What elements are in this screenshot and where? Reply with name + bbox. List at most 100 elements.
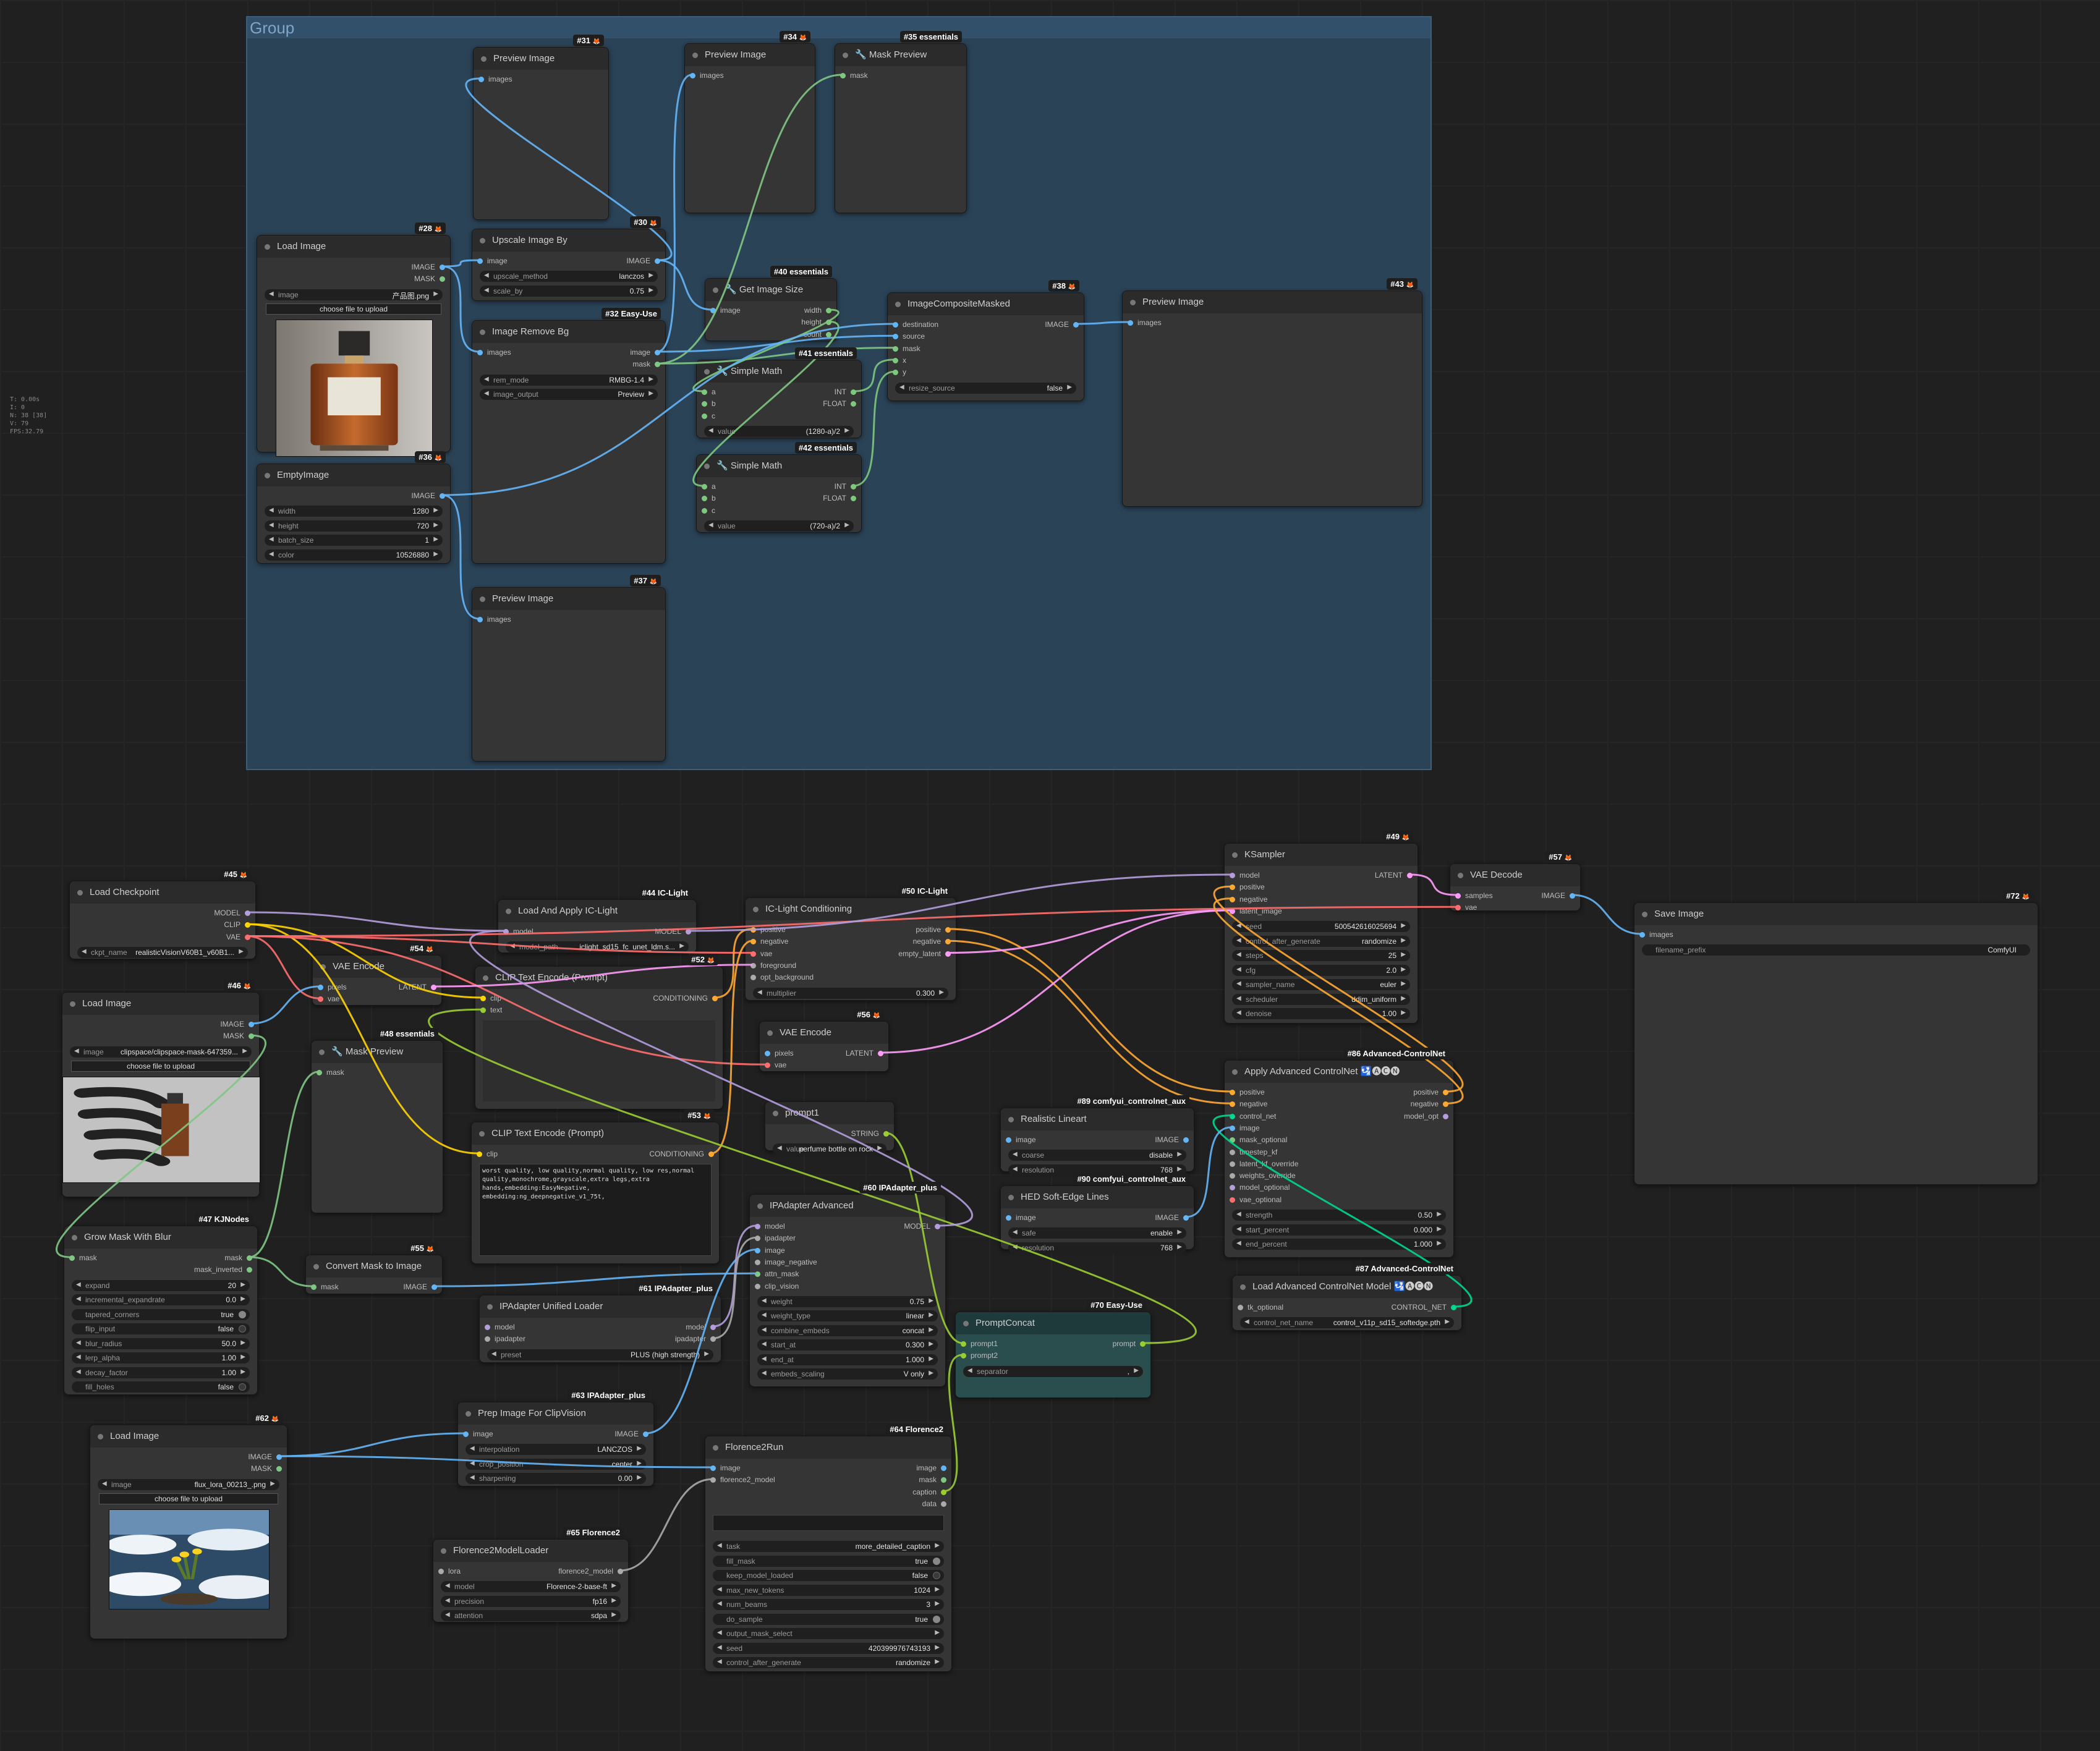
output-slot-icon[interactable] (712, 996, 718, 1001)
decrement-arrow-icon[interactable]: ◀ (484, 376, 489, 383)
input-slot-icon[interactable] (893, 357, 898, 363)
node-n86[interactable]: Apply Advanced ControlNet 🛂🅐🅒🅝 positive ne… (1224, 1060, 1454, 1258)
increment-arrow-icon[interactable]: ▶ (648, 390, 653, 397)
input-slot-icon[interactable] (1455, 893, 1461, 899)
input-port-latent-kf-override[interactable]: latent_kf_override (1230, 1160, 1298, 1168)
output-port-model[interactable]: MODEL (904, 1222, 940, 1231)
decrement-arrow-icon[interactable]: ◀ (470, 1460, 475, 1467)
input-slot-icon[interactable] (750, 975, 756, 981)
increment-arrow-icon[interactable]: ▶ (1177, 1151, 1182, 1158)
increment-arrow-icon[interactable]: ▶ (1177, 1244, 1182, 1250)
input-port-images[interactable]: images (477, 348, 511, 357)
node-n40[interactable]: 🔧 Get Image Size image width height count (705, 278, 837, 341)
input-slot-icon[interactable] (702, 401, 707, 407)
decrement-arrow-icon[interactable]: ◀ (470, 1445, 475, 1452)
increment-arrow-icon[interactable]: ▶ (704, 1350, 709, 1357)
decrement-arrow-icon[interactable]: ◀ (76, 1368, 81, 1375)
output-port-model-opt[interactable]: model_opt (1404, 1112, 1448, 1121)
widget-resize-source[interactable]: ◀ resize_source false ▶ (895, 382, 1076, 394)
input-port-clip[interactable]: clip (480, 994, 501, 1003)
output-port-positive[interactable]: positive (1413, 1088, 1448, 1096)
input-slot-icon[interactable] (1230, 1161, 1235, 1167)
input-slot-icon[interactable] (710, 1477, 716, 1483)
decrement-arrow-icon[interactable]: ◀ (777, 1145, 782, 1151)
output-slot-icon[interactable] (1073, 322, 1079, 328)
input-slot-icon[interactable] (1230, 1149, 1235, 1155)
input-slot-icon[interactable] (893, 370, 898, 376)
prompt-textarea[interactable]: worst quality, low quality,normal qualit… (479, 1164, 712, 1256)
output-slot-icon[interactable] (247, 1267, 252, 1273)
node-title[interactable]: Load Image (62, 993, 259, 1015)
output-port-image[interactable]: IMAGE (411, 263, 445, 271)
output-port-image[interactable]: IMAGE (220, 1020, 254, 1028)
input-port-destination[interactable]: destination (893, 320, 938, 329)
input-slot-icon[interactable] (1230, 1137, 1235, 1143)
input-port-image[interactable]: image (477, 257, 508, 265)
input-slot-icon[interactable] (438, 1569, 444, 1574)
widget-rem-mode[interactable]: ◀ rem_mode RMBG-1.4 ▶ (480, 374, 658, 386)
input-slot-icon[interactable] (1238, 1305, 1243, 1310)
output-slot-icon[interactable] (655, 350, 660, 355)
node-title[interactable]: PromptConcat (956, 1312, 1150, 1334)
input-port-images[interactable]: images (690, 71, 724, 80)
output-port-mask[interactable]: mask (632, 360, 660, 368)
output-slot-icon[interactable] (826, 331, 831, 337)
decrement-arrow-icon[interactable]: ◀ (1236, 951, 1241, 958)
decrement-arrow-icon[interactable]: ◀ (762, 1326, 767, 1333)
input-port-vae[interactable]: vae (318, 994, 339, 1003)
input-slot-icon[interactable] (1230, 884, 1235, 891)
input-port-images[interactable]: images (478, 75, 512, 83)
widget-expand[interactable]: ◀ expand 20 ▶ (72, 1279, 250, 1291)
decrement-arrow-icon[interactable]: ◀ (1236, 937, 1241, 944)
increment-arrow-icon[interactable]: ▶ (1401, 922, 1406, 929)
input-slot-icon[interactable] (1639, 932, 1645, 938)
input-slot-icon[interactable] (710, 308, 716, 313)
output-port-latent[interactable]: LATENT (846, 1049, 883, 1058)
node-title[interactable]: Image Remove Bg (472, 321, 665, 343)
input-slot-icon[interactable] (702, 496, 707, 502)
node-n34[interactable]: Preview Image images (684, 43, 815, 213)
input-slot-icon[interactable] (961, 1341, 966, 1347)
increment-arrow-icon[interactable]: ▶ (611, 1597, 616, 1604)
output-port-model[interactable]: MODEL (214, 909, 250, 917)
input-port-control-net[interactable]: control_net (1230, 1112, 1276, 1121)
increment-arrow-icon[interactable]: ▶ (611, 1582, 616, 1589)
output-slot-icon[interactable] (1443, 1113, 1448, 1119)
widget-model-path[interactable]: ◀ model_path iclight_sd15_fc_unet_ldm.s...… (506, 941, 689, 953)
toggle-icon[interactable] (239, 1325, 246, 1333)
increment-arrow-icon[interactable]: ▶ (242, 1048, 247, 1054)
increment-arrow-icon[interactable]: ▶ (239, 948, 244, 955)
node-n44[interactable]: Load And Apply IC-Light model MODEL ◀ model_… (498, 899, 697, 953)
input-port-image-negative[interactable]: image_negative (755, 1258, 817, 1266)
increment-arrow-icon[interactable]: ▶ (1437, 1240, 1442, 1247)
node-title[interactable]: HED Soft-Edge Lines (1001, 1186, 1194, 1208)
node-title[interactable]: CLIP Text Encode (Prompt) (472, 1122, 719, 1145)
decrement-arrow-icon[interactable]: ◀ (269, 290, 274, 297)
output-port-mask[interactable]: MASK (223, 1032, 254, 1040)
widget-image[interactable]: ◀ image flux_lora_00213_.png ▶ (98, 1478, 279, 1490)
decrement-arrow-icon[interactable]: ◀ (1236, 1009, 1241, 1016)
input-slot-icon[interactable] (1230, 1090, 1235, 1095)
widget-ckpt-name[interactable]: ◀ ckpt_name realisticVisionV60B1_v60B1... ▶ (77, 946, 248, 958)
widget-max-new-tokens[interactable]: ◀ max_new_tokens 1024 ▶ (713, 1584, 944, 1596)
node-n36[interactable]: EmptyImage IMAGE ◀ width 1280 ▶ ◀ height 720 ▶ ◀ ba… (257, 464, 451, 564)
input-port-images[interactable]: images (477, 615, 511, 624)
decrement-arrow-icon[interactable]: ◀ (1244, 1318, 1249, 1325)
input-port-weights-override[interactable]: weights_override (1230, 1171, 1296, 1180)
input-slot-icon[interactable] (311, 1284, 317, 1290)
node-n49[interactable]: KSampler model positive negative latent_imag… (1224, 843, 1418, 1024)
output-port-model[interactable]: MODEL (655, 927, 691, 936)
decrement-arrow-icon[interactable]: ◀ (762, 1312, 767, 1318)
increment-arrow-icon[interactable]: ▶ (637, 1460, 642, 1467)
output-slot-icon[interactable] (941, 1501, 946, 1507)
decrement-arrow-icon[interactable]: ◀ (1013, 1166, 1018, 1172)
decrement-arrow-icon[interactable]: ◀ (1236, 1240, 1241, 1247)
node-n90[interactable]: HED Soft-Edge Lines image IMAGE ◀ safe enable… (1000, 1185, 1194, 1253)
output-port-image[interactable]: IMAGE (1155, 1213, 1189, 1222)
input-slot-icon[interactable] (710, 1465, 716, 1471)
input-slot-icon[interactable] (1455, 905, 1461, 911)
output-port-int[interactable]: INT (835, 388, 856, 396)
decrement-arrow-icon[interactable]: ◀ (484, 272, 489, 279)
input-slot-icon[interactable] (702, 484, 707, 490)
decrement-arrow-icon[interactable]: ◀ (762, 1355, 767, 1362)
